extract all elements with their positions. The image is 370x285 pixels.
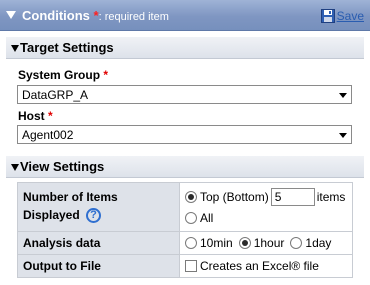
analysis-10min-label: 10min — [200, 236, 233, 250]
target-settings-section-header[interactable]: Target Settings — [6, 37, 364, 59]
view-settings-table: Number of Items Displayed ? Top (Bottom)… — [17, 182, 353, 278]
collapse-triangle-icon[interactable] — [6, 11, 16, 19]
required-note: : required item — [98, 11, 169, 23]
host-label: Host * — [18, 109, 53, 123]
conditions-title-text: Conditions — [22, 8, 90, 23]
save-control[interactable]: Save — [320, 8, 364, 24]
dropdown-arrow-icon[interactable] — [339, 133, 347, 138]
system-group-label-text: System Group — [18, 68, 101, 82]
host-select[interactable]: Agent002 — [17, 125, 352, 144]
all-option[interactable]: All — [185, 211, 213, 225]
analysis-1hour-radio[interactable] — [238, 237, 251, 249]
target-settings-title: Target Settings — [20, 40, 114, 55]
top-count-input[interactable]: 5 — [270, 188, 315, 206]
top-bottom-option[interactable]: Top (Bottom) — [185, 190, 269, 204]
conditions-title: Conditions *: required item — [22, 8, 169, 23]
host-value: Agent002 — [22, 128, 74, 142]
floppy-disk-icon[interactable] — [320, 9, 335, 23]
conditions-header: Conditions *: required item Save — [0, 0, 370, 31]
analysis-1day-label: 1day — [305, 236, 332, 250]
analysis-10min-radio[interactable] — [185, 237, 197, 249]
output-to-file-label: Output to File — [18, 255, 180, 277]
analysis-1day-radio[interactable] — [290, 237, 303, 249]
required-mark: * — [103, 68, 109, 82]
help-icon[interactable]: ? — [86, 208, 102, 224]
output-to-file-row: Output to File Creates an Excel® file — [18, 255, 352, 277]
items-displayed-label-line2: Displayed — [23, 208, 80, 222]
all-label: All — [200, 211, 214, 225]
analysis-data-row: Analysis data 10min 1hour 1day — [18, 232, 352, 255]
view-settings-title: View Settings — [20, 159, 105, 174]
all-radio[interactable] — [185, 212, 197, 224]
system-group-select[interactable]: DataGRP_A — [17, 85, 352, 104]
excel-file-option[interactable]: Creates an Excel® file — [185, 259, 319, 273]
save-link[interactable]: Save — [337, 9, 364, 23]
required-mark: * — [48, 109, 53, 123]
analysis-1hour-option[interactable]: 1hour — [238, 236, 285, 250]
excel-file-checkbox[interactable] — [185, 260, 197, 272]
analysis-1hour-label: 1hour — [253, 236, 285, 250]
host-label-text: Host — [18, 109, 45, 123]
collapse-triangle-icon[interactable] — [11, 164, 19, 171]
analysis-data-options: 10min 1hour 1day — [180, 232, 352, 254]
top-bottom-radio[interactable] — [185, 191, 197, 203]
system-group-value: DataGRP_A — [22, 88, 89, 102]
analysis-10min-option[interactable]: 10min — [185, 236, 233, 250]
items-displayed-options: Top (Bottom) 5 items All — [180, 183, 352, 231]
items-displayed-row: Number of Items Displayed ? Top (Bottom)… — [18, 183, 352, 232]
items-displayed-label-line1: Number of Items — [23, 190, 118, 204]
system-group-label: System Group * — [18, 68, 108, 82]
analysis-data-label: Analysis data — [18, 232, 180, 254]
items-unit-label: items — [316, 190, 346, 204]
top-bottom-label: Top (Bottom) — [200, 190, 269, 204]
analysis-1day-option[interactable]: 1day — [290, 236, 331, 250]
dropdown-arrow-icon[interactable] — [339, 93, 347, 98]
collapse-triangle-icon[interactable] — [11, 45, 19, 52]
items-displayed-label: Number of Items Displayed ? — [18, 183, 180, 231]
excel-file-label: Creates an Excel® file — [200, 259, 319, 273]
output-to-file-options: Creates an Excel® file — [180, 255, 352, 277]
view-settings-section-header[interactable]: View Settings — [6, 156, 364, 178]
